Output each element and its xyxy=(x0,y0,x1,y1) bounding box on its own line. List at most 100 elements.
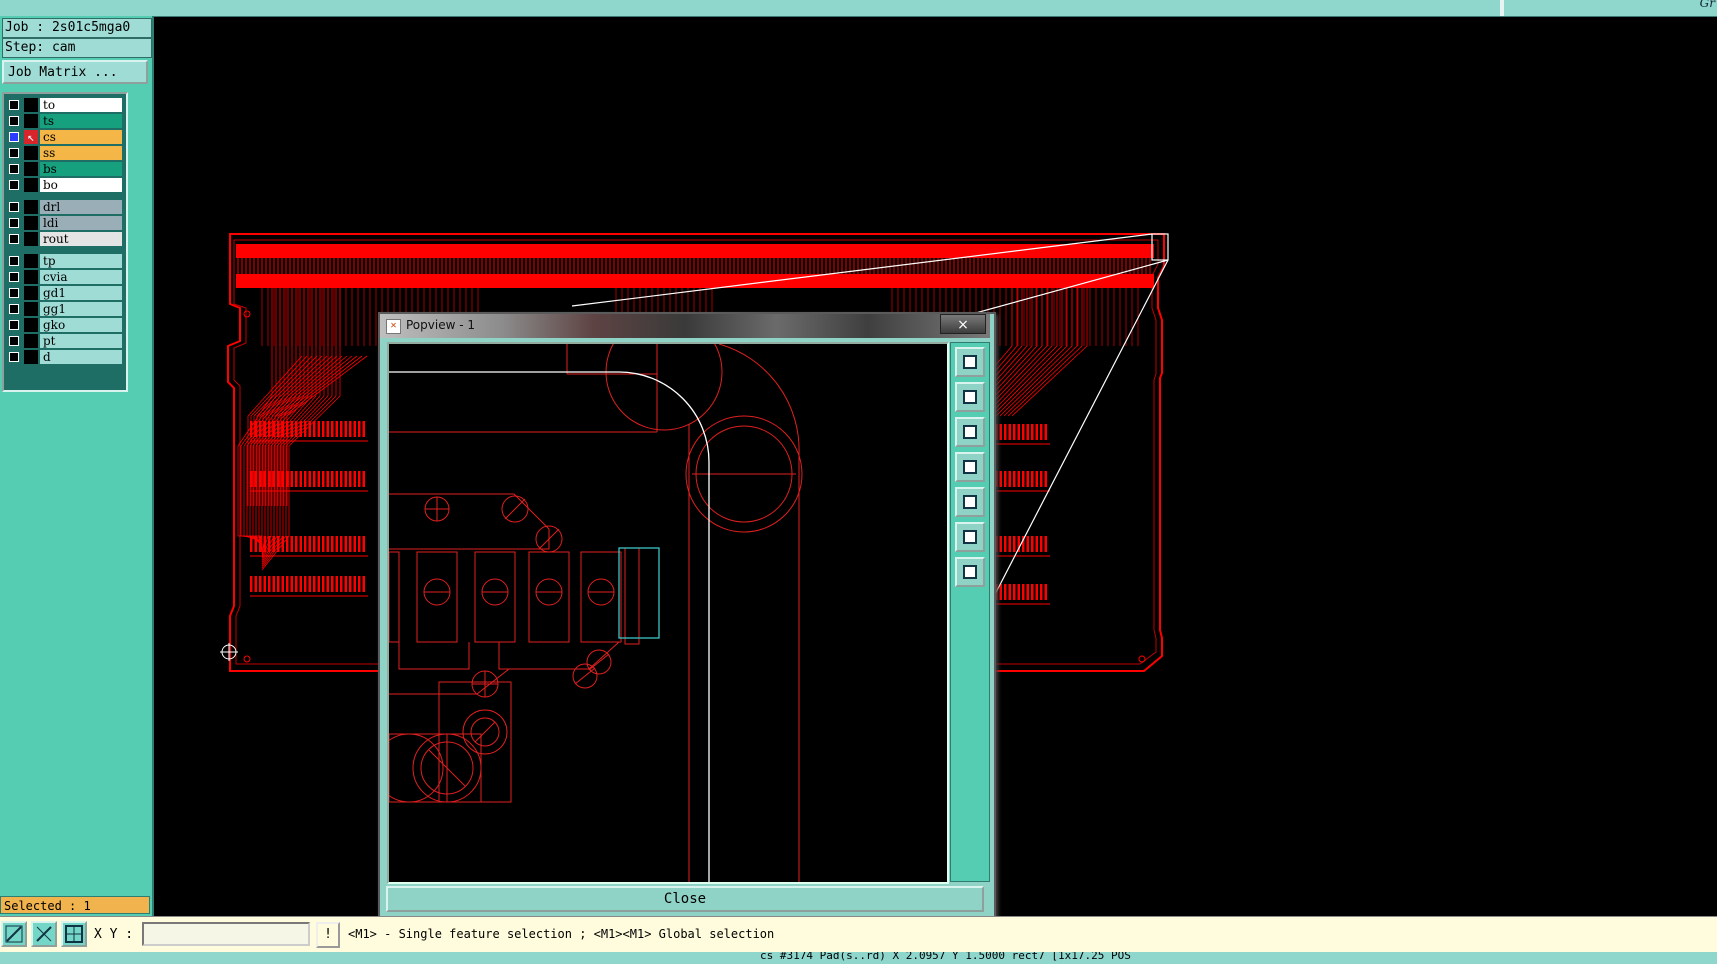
layer-name[interactable]: gg1 xyxy=(40,302,122,316)
job-name: Job : 2s01c5mga0 xyxy=(2,18,152,38)
layer-checkbox[interactable] xyxy=(9,180,19,190)
app-icon: ✕ xyxy=(386,319,401,334)
layer-marker[interactable] xyxy=(24,200,38,214)
layer-checkbox[interactable] xyxy=(9,202,19,212)
work-layer-arrow-icon[interactable]: ↖ xyxy=(24,130,38,144)
top-toolbar: Gr xyxy=(0,0,1717,17)
layer-row-ts[interactable]: ts xyxy=(4,114,124,128)
layer-marker[interactable] xyxy=(24,270,38,284)
layer-row-cs[interactable]: ↖ cs xyxy=(4,130,124,144)
layer-name[interactable]: ts xyxy=(40,114,122,128)
layer-row-gg1[interactable]: gg1 xyxy=(4,302,124,316)
layer-checkbox[interactable] xyxy=(9,272,19,282)
layer-name[interactable]: d xyxy=(40,350,122,364)
pan-left-icon[interactable] xyxy=(955,452,985,482)
command-bar: X Y : ! <M1> - Single feature selection … xyxy=(0,916,1717,953)
layer-marker[interactable] xyxy=(24,146,38,160)
zoom-fit-icon-glyph xyxy=(963,530,977,544)
layer-row-to[interactable]: to xyxy=(4,98,124,112)
layer-marker[interactable] xyxy=(24,216,38,230)
layer-checkbox[interactable] xyxy=(9,148,19,158)
layer-row-rout[interactable]: rout xyxy=(4,232,124,246)
layer-name[interactable]: gd1 xyxy=(40,286,122,300)
layer-marker[interactable] xyxy=(24,286,38,300)
layer-name[interactable]: cvia xyxy=(40,270,122,284)
layer-row-gd1[interactable]: gd1 xyxy=(4,286,124,300)
layer-name[interactable]: pt xyxy=(40,334,122,348)
zoom-center-icon-glyph xyxy=(963,565,977,579)
grid-icon[interactable] xyxy=(61,921,87,947)
xy-input[interactable] xyxy=(142,922,310,946)
layer-name[interactable]: cs xyxy=(40,130,122,144)
layer-name[interactable]: bs xyxy=(40,162,122,176)
origin-icon xyxy=(220,643,238,661)
layer-row-tp[interactable]: tp xyxy=(4,254,124,268)
toolbar-divider xyxy=(1500,0,1504,16)
layer-name[interactable]: rout xyxy=(40,232,122,246)
layer-checkbox[interactable] xyxy=(9,100,19,110)
popview-titlebar[interactable]: ✕ Popview - 1 × xyxy=(380,314,990,338)
layer-checkbox[interactable] xyxy=(9,336,19,346)
layer-list: to ts ↖ cs ss bs bo drl ldi rout tp cvia gd1 gg1 gko pt… xyxy=(2,92,128,392)
layer-marker[interactable] xyxy=(24,114,38,128)
popview-window: ✕ Popview - 1 × Close xyxy=(378,312,996,923)
top-right-label: Gr xyxy=(1699,0,1715,10)
status-text: cs #3174 Pad(s..rd) X 2.0957 Y 1.5000 re… xyxy=(760,952,1131,962)
pan-left-icon-glyph xyxy=(963,460,977,474)
layer-checkbox[interactable] xyxy=(9,256,19,266)
layer-checkbox[interactable] xyxy=(9,304,19,314)
layer-checkbox[interactable] xyxy=(9,320,19,330)
zoom-window-icon-glyph xyxy=(963,355,977,369)
layer-marker[interactable] xyxy=(24,254,38,268)
layer-name[interactable]: gko xyxy=(40,318,122,332)
zoom-window-icon[interactable] xyxy=(955,347,985,377)
layer-checkbox[interactable] xyxy=(9,218,19,228)
pan-up-icon-glyph xyxy=(963,390,977,404)
layer-marker[interactable] xyxy=(24,162,38,176)
layer-marker[interactable] xyxy=(24,302,38,316)
layer-row-cvia[interactable]: cvia xyxy=(4,270,124,284)
layer-checkbox[interactable] xyxy=(9,116,19,126)
popview-title: Popview - 1 xyxy=(406,318,475,332)
layer-name[interactable]: ldi xyxy=(40,216,122,230)
pan-right-icon[interactable] xyxy=(955,487,985,517)
layer-marker[interactable] xyxy=(24,98,38,112)
zoom-center-icon[interactable] xyxy=(955,557,985,587)
window-close-button[interactable]: × xyxy=(940,314,986,334)
layer-checkbox[interactable] xyxy=(9,132,19,142)
job-matrix-button[interactable]: Job Matrix ... xyxy=(2,60,148,84)
layer-row-pt[interactable]: pt xyxy=(4,334,124,348)
pan-up-icon[interactable] xyxy=(955,382,985,412)
layer-checkbox[interactable] xyxy=(9,164,19,174)
layer-name[interactable]: to xyxy=(40,98,122,112)
layer-name[interactable]: ss xyxy=(40,146,122,160)
layer-row-drl[interactable]: drl xyxy=(4,200,124,214)
layer-checkbox[interactable] xyxy=(9,352,19,362)
zoom-fit-icon[interactable] xyxy=(955,522,985,552)
layer-row-gko[interactable]: gko xyxy=(4,318,124,332)
status-bar: cs #3174 Pad(s..rd) X 2.0957 Y 1.5000 re… xyxy=(0,952,1717,964)
layer-row-bo[interactable]: bo xyxy=(4,178,124,192)
message-button[interactable]: ! xyxy=(316,922,340,948)
measure-icon[interactable] xyxy=(31,921,57,947)
layer-marker[interactable] xyxy=(24,350,38,364)
layer-marker[interactable] xyxy=(24,318,38,332)
layer-row-bs[interactable]: bs xyxy=(4,162,124,176)
layer-name[interactable]: drl xyxy=(40,200,122,214)
layer-marker[interactable] xyxy=(24,232,38,246)
layer-panel: Job : 2s01c5mga0 Step: cam Job Matrix ..… xyxy=(0,16,154,916)
popview-canvas[interactable] xyxy=(387,342,949,884)
layer-marker[interactable] xyxy=(24,178,38,192)
close-button[interactable]: Close xyxy=(386,886,984,912)
pan-down-icon-glyph xyxy=(963,425,977,439)
layer-name[interactable]: tp xyxy=(40,254,122,268)
select-mode-icon[interactable] xyxy=(1,921,27,947)
layer-row-ldi[interactable]: ldi xyxy=(4,216,124,230)
layer-checkbox[interactable] xyxy=(9,288,19,298)
layer-name[interactable]: bo xyxy=(40,178,122,192)
pan-down-icon[interactable] xyxy=(955,417,985,447)
layer-checkbox[interactable] xyxy=(9,234,19,244)
layer-row-d[interactable]: d xyxy=(4,350,124,364)
layer-marker[interactable] xyxy=(24,334,38,348)
layer-row-ss[interactable]: ss xyxy=(4,146,124,160)
